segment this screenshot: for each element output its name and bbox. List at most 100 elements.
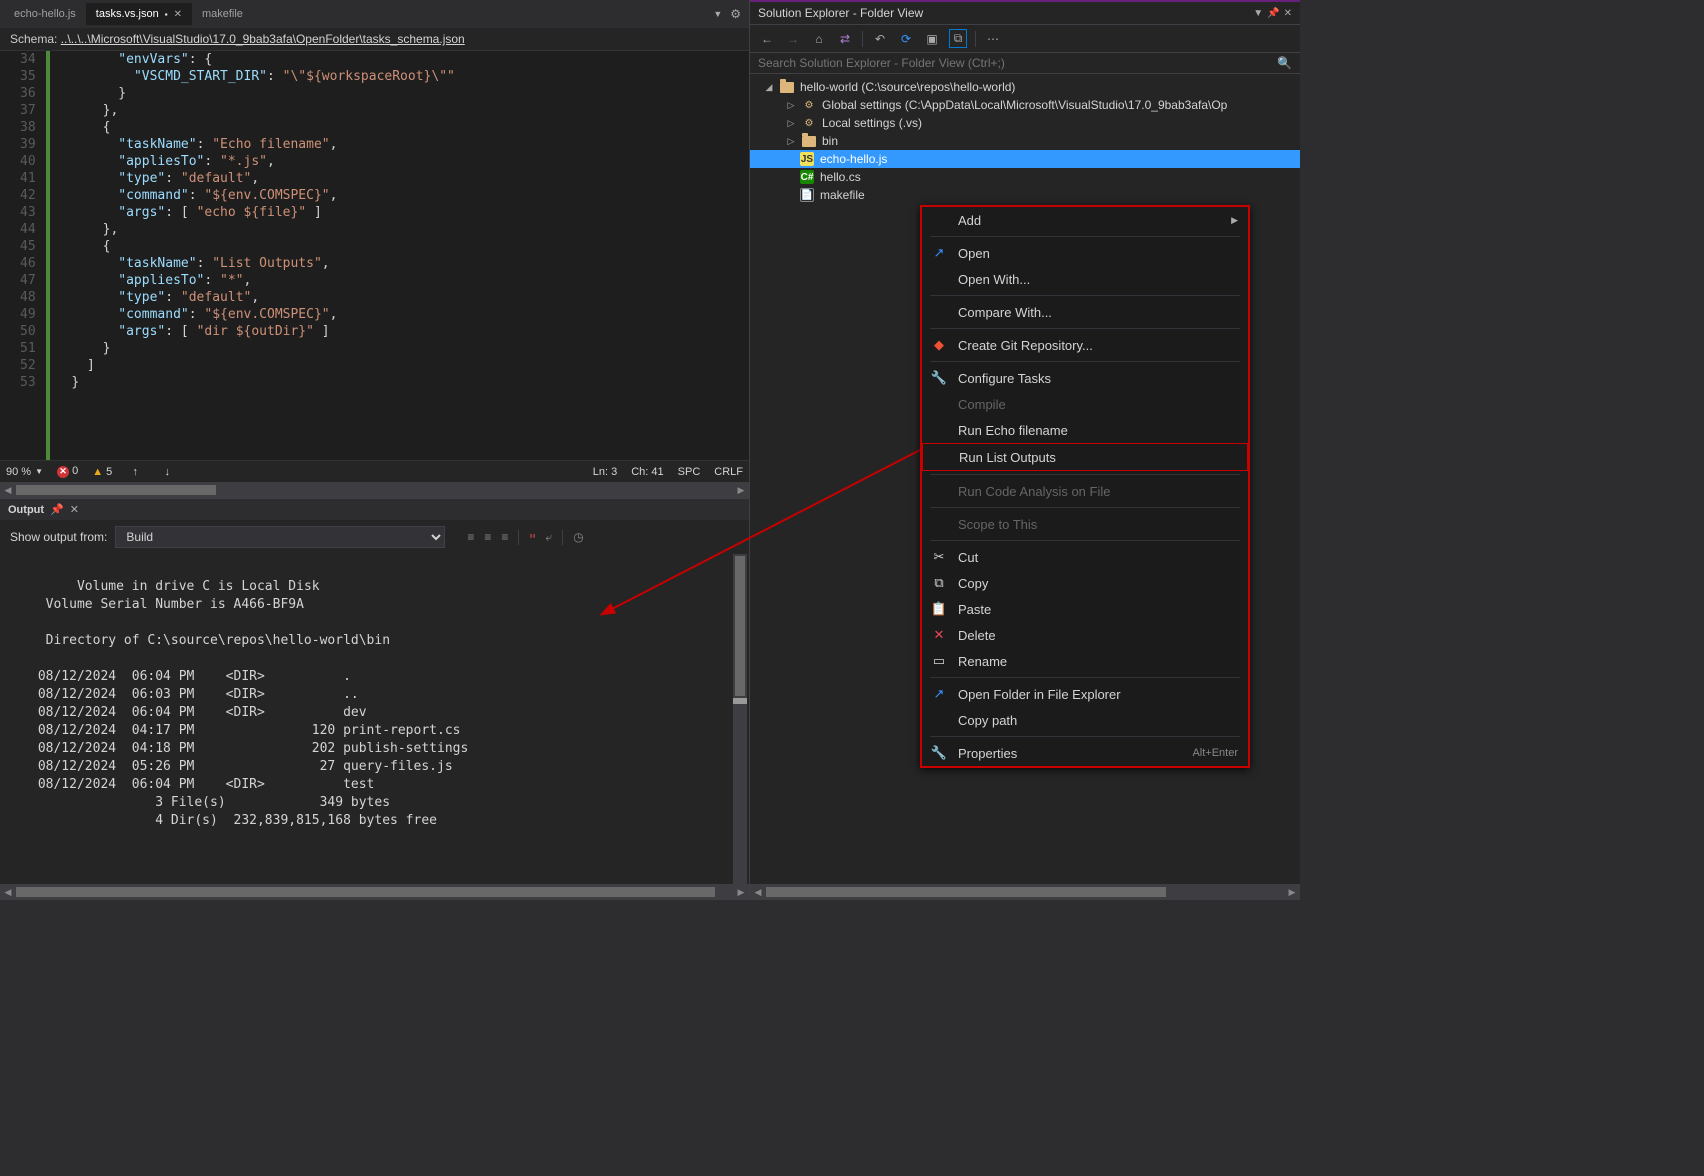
paste-icon: 📋 [930,601,948,617]
tree-hello-cs[interactable]: C# hello.cs [750,168,1300,186]
search-icon[interactable]: 🔍 [1277,56,1292,70]
home-icon[interactable]: ⌂ [810,32,828,46]
collapse-icon[interactable]: ▣ [923,32,941,46]
clock-icon[interactable]: ◷ [573,530,583,544]
se-title-bar: Solution Explorer - Folder View ▼ 📌 ✕ [750,2,1300,24]
cm-cut[interactable]: ✂Cut [922,544,1248,570]
show-all-files-icon[interactable]: ⧉ [949,29,967,48]
tree-label: hello-world (C:\source\repos\hello-world… [800,80,1015,94]
output-toolbar: Show output from: Build ≡ ≡ ≡ ײ ⤶ ◷ [0,520,749,554]
tree-label: bin [822,134,838,148]
git-icon: ◆ [930,337,948,353]
tree-label: hello.cs [820,170,861,184]
status-eol[interactable]: CRLF [714,466,743,478]
cm-compare[interactable]: Compare With... [922,299,1248,325]
warning-icon: ▲ [92,466,103,478]
output-header: Output 📌 ✕ [0,498,749,520]
cm-paste[interactable]: 📋Paste [922,596,1248,622]
code-body[interactable]: "envVars": { "VSCMD_START_DIR": "\"${wor… [50,51,455,460]
tree-label: Global settings (C:\AppData\Local\Micros… [822,98,1227,112]
warning-count[interactable]: ▲ 5 [92,466,112,478]
tab-settings-icon[interactable]: ⚙ [726,7,745,21]
scissors-icon: ✂ [930,549,948,565]
back-icon[interactable]: ← [758,32,776,46]
close-tab-icon[interactable]: ✕ [174,9,182,20]
pin-icon[interactable]: 📌 [50,503,64,516]
tree-echo-hello-js[interactable]: JS echo-hello.js [750,150,1300,168]
se-search[interactable]: 🔍 [750,53,1300,74]
output-scrollbar[interactable] [733,554,747,884]
solution-tree[interactable]: ◢ hello-world (C:\source\repos\hello-wor… [750,74,1300,208]
nav-down-icon[interactable]: ↓ [158,466,176,478]
tree-local-settings[interactable]: ▷ ⚙ Local settings (.vs) [750,114,1300,132]
cs-file-icon: C# [800,170,814,184]
folder-icon [802,136,816,147]
open-icon: ↗ [930,245,948,261]
cm-copy[interactable]: ⧉Copy [922,570,1248,596]
status-col[interactable]: Ch: 41 [631,466,663,478]
cm-copy-path[interactable]: Copy path [922,707,1248,733]
tab-tasks-vs-json[interactable]: tasks.vs.json ▪ ✕ [86,3,192,25]
cm-add[interactable]: Add▶ [922,207,1248,233]
nav-up-icon[interactable]: ↑ [126,466,144,478]
schema-path[interactable]: ..\..\..\Microsoft\VisualStudio\17.0_9ba… [61,32,465,46]
expand-arrow-icon[interactable]: ▷ [786,100,796,111]
cm-open-with[interactable]: Open With... [922,266,1248,292]
tree-root[interactable]: ◢ hello-world (C:\source\repos\hello-wor… [750,78,1300,96]
sync-back-icon[interactable]: ↶ [871,32,889,46]
wrap-icon[interactable]: ⤶ [546,530,553,545]
outdent-icon[interactable]: ≡ [484,530,491,545]
editor-panel: echo-hello.js tasks.vs.json ▪ ✕ makefile… [0,0,750,900]
collapse-arrow-icon[interactable]: ◢ [764,82,774,93]
cm-compile: Compile [922,391,1248,417]
cm-shortcut: Alt+Enter [1192,747,1238,759]
output-body[interactable]: Volume in drive C is Local Disk Volume S… [0,554,749,884]
output-horizontal-scrollbar[interactable]: ◀▶ [0,884,749,900]
status-indent[interactable]: SPC [678,466,701,478]
error-count[interactable]: ✕ 0 [57,465,78,478]
indent-icon[interactable]: ≡ [467,530,474,545]
tab-makefile[interactable]: makefile [192,3,253,25]
cm-run-echo[interactable]: Run Echo filename [922,417,1248,443]
switch-view-icon[interactable]: ⇄ [836,32,854,46]
tree-global-settings[interactable]: ▷ ⚙ Global settings (C:\AppData\Local\Mi… [750,96,1300,114]
line-number-gutter: 3435363738394041424344454647484950515253 [0,51,46,460]
properties-icon[interactable]: ⋯ [984,32,1002,46]
file-icon: 📄 [800,188,814,202]
se-horizontal-scrollbar[interactable]: ◀▶ [750,884,1300,900]
cm-properties[interactable]: 🔧PropertiesAlt+Enter [922,740,1248,766]
refresh-icon[interactable]: ⟳ [897,32,915,46]
cm-run-list-outputs[interactable]: Run List Outputs [922,443,1248,471]
tab-echo-hello[interactable]: echo-hello.js [4,3,86,25]
tab-overflow-icon[interactable]: ▼ [709,9,726,19]
output-source-select[interactable]: Build [115,526,445,548]
se-close-icon[interactable]: ✕ [1284,8,1292,19]
clear-output-icon[interactable]: ײ [529,530,535,544]
se-search-input[interactable] [758,56,1277,70]
forward-icon[interactable]: → [784,32,802,46]
schema-bar[interactable]: Schema: ..\..\..\Microsoft\VisualStudio\… [0,28,749,51]
cm-open[interactable]: ↗Open [922,240,1248,266]
tree-makefile[interactable]: 📄 makefile [750,186,1300,204]
cm-git[interactable]: ◆Create Git Repository... [922,332,1248,358]
js-file-icon: JS [800,152,814,166]
se-pin-icon[interactable]: 📌 [1267,8,1279,19]
settings-icon: ⚙ [802,116,816,130]
se-dropdown-icon[interactable]: ▼ [1253,8,1263,19]
tree-label: echo-hello.js [820,152,887,166]
tree-label: makefile [820,188,865,202]
cm-configure-tasks[interactable]: 🔧Configure Tasks [922,365,1248,391]
delete-icon: ✕ [930,627,948,643]
editor-horizontal-scrollbar[interactable]: ◀▶ [0,482,749,498]
zoom-level[interactable]: 90 %▼ [6,466,43,478]
cm-open-folder[interactable]: ↗Open Folder in File Explorer [922,681,1248,707]
cm-rename[interactable]: ▭Rename [922,648,1248,674]
close-output-icon[interactable]: ✕ [70,503,79,516]
cm-delete[interactable]: ✕Delete [922,622,1248,648]
status-line[interactable]: Ln: 3 [593,466,617,478]
dirty-indicator-icon: ▪ [165,10,168,19]
tree-bin[interactable]: ▷ bin [750,132,1300,150]
rename-icon: ▭ [930,653,948,669]
code-editor[interactable]: 3435363738394041424344454647484950515253… [0,51,749,460]
step-icon[interactable]: ≡ [501,530,508,545]
